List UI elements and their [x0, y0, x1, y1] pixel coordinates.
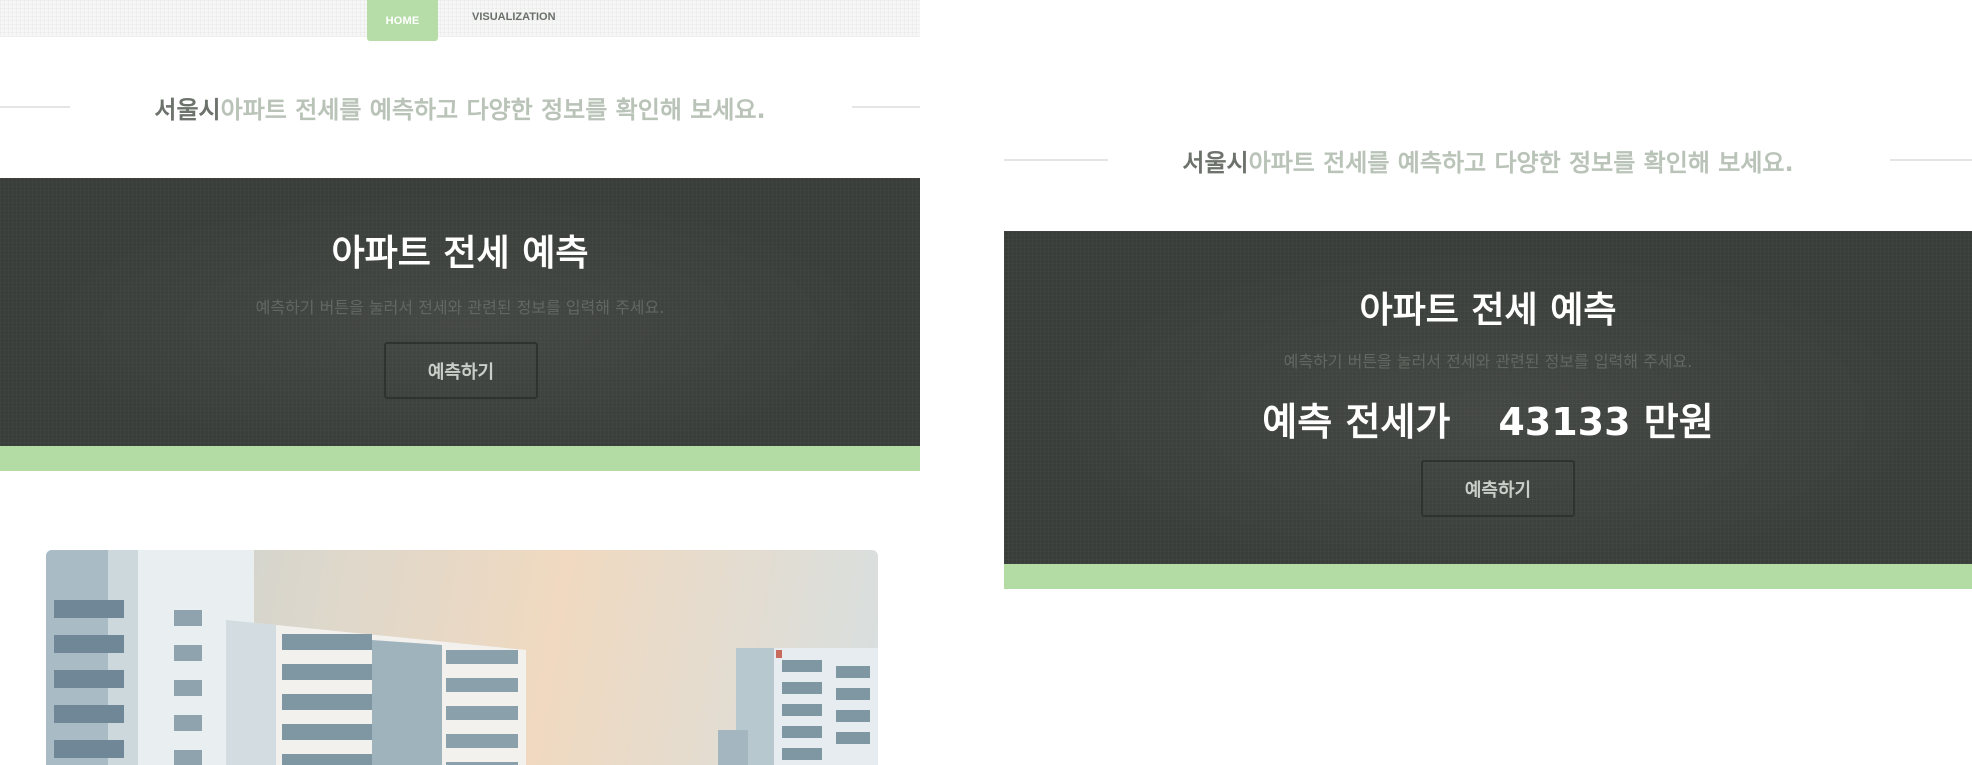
- prediction-section: 아파트 전세 예측 예측하기 버튼을 눌러서 전세와 관련된 정보를 입력해 주…: [1004, 231, 1972, 564]
- predict-button[interactable]: 예측하기: [1421, 460, 1575, 517]
- result-label: 예측 전세가: [1262, 400, 1451, 444]
- building-illustration: [46, 550, 878, 765]
- headline-right-rule: [852, 106, 920, 108]
- prediction-title: 아파트 전세 예측: [331, 233, 589, 274]
- predict-button[interactable]: 예측하기: [384, 342, 538, 399]
- accent-strip: [0, 446, 920, 471]
- nav-visualization-link[interactable]: VISUALIZATION: [472, 0, 556, 34]
- prediction-title: 아파트 전세 예측: [1359, 290, 1617, 331]
- prediction-subtitle: 예측하기 버튼을 눌러서 전세와 관련된 정보를 입력해 주세요.: [1283, 352, 1693, 371]
- nav-home-link[interactable]: HOME: [367, 0, 438, 41]
- top-nav: HOME VISUALIZATION: [0, 0, 920, 41]
- page-headline: 서울시 아파트 전세를 예측하고 다양한 정보를 확인해 보세요.: [0, 88, 920, 126]
- page-headline: 서울시 아파트 전세를 예측하고 다양한 정보를 확인해 보세요.: [1004, 141, 1972, 179]
- accent-strip: [1004, 564, 1972, 589]
- home-view: HOME VISUALIZATION 서울시 아파트 전세를 예측하고 다양한 …: [0, 0, 920, 765]
- headline-text: 아파트 전세를 예측하고 다양한 정보를 확인해 보세요.: [1248, 148, 1794, 177]
- result-view: 서울시 아파트 전세를 예측하고 다양한 정보를 확인해 보세요. 아파트 전세…: [1004, 0, 1972, 765]
- apartment-building-image: [46, 550, 878, 765]
- headline-city: 서울시: [154, 95, 221, 124]
- prediction-result: 예측 전세가 43133 만원: [1004, 391, 1972, 446]
- prediction-section: 아파트 전세 예측 예측하기 버튼을 눌러서 전세와 관련된 정보를 입력해 주…: [0, 178, 920, 446]
- headline-city: 서울시: [1182, 148, 1249, 177]
- prediction-subtitle: 예측하기 버튼을 눌러서 전세와 관련된 정보를 입력해 주세요.: [255, 298, 665, 317]
- result-value: 43133 만원: [1498, 400, 1714, 444]
- headline-text: 아파트 전세를 예측하고 다양한 정보를 확인해 보세요.: [220, 95, 766, 124]
- headline-right-rule: [1890, 159, 1972, 161]
